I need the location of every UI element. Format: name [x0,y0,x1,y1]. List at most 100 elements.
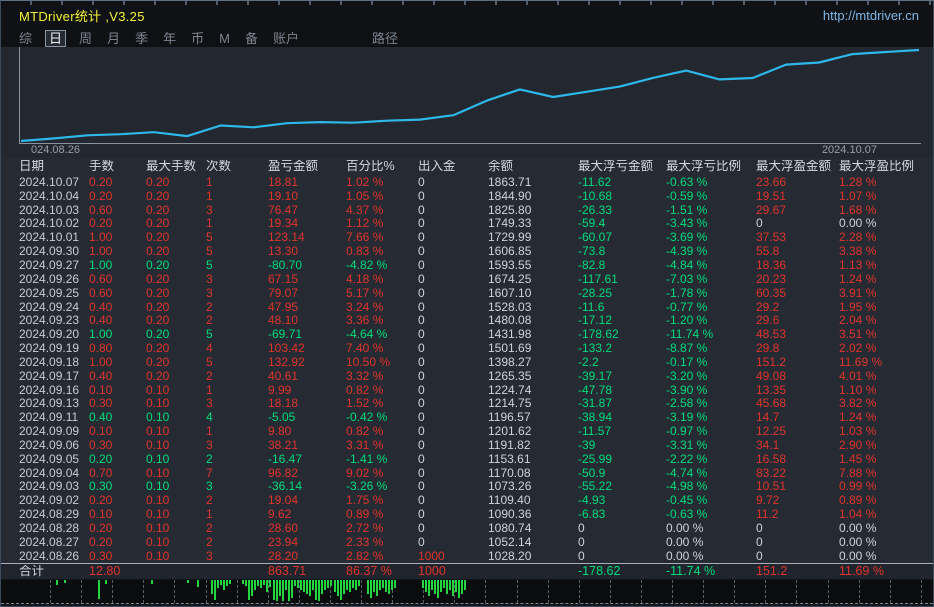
menu-item-7[interactable]: 币 [189,31,206,46]
menu-item-6[interactable]: 年 [161,31,178,46]
cell-in-out: 0 [418,383,425,396]
table-row[interactable]: 2024.08.27 0.20 0.10 2 23.94 2.33 % 0 1052.14 0 0… [1,535,933,549]
column-header-date[interactable]: 日期 [19,160,89,173]
table-row[interactable]: 2024.09.25 0.60 0.20 3 79.07 5.17 % 0 1607.10 -2… [1,286,933,300]
menu-item-8[interactable]: M [217,31,232,46]
table-row[interactable]: 2024.09.04 0.70 0.10 7 96.82 9.02 % 0 1170.08 -5… [1,466,933,480]
trade-bar [388,579,390,594]
table-row[interactable]: 2024.09.17 0.40 0.20 2 40.61 3.32 % 0 1265.35 -3… [1,369,933,383]
cell-pct: 7.40 % [346,342,384,355]
cell-pnl: 19.04 [268,494,299,507]
table-row[interactable]: 2024.09.03 0.30 0.10 3 -36.14 -3.26 % 0 1073.26… [1,480,933,494]
table-row[interactable]: 2024.09.05 0.20 0.10 2 -16.47 -1.41 % 0 1153.61… [1,452,933,466]
column-header-max-float-profit-pct[interactable]: 最大浮盈比例 [839,160,933,173]
total-cell-max-float-profit-pct: 11.69 % [839,564,884,578]
cell-lots: 0.20 [89,522,113,535]
cell-times: 5 [206,355,213,368]
trade-bar [294,579,296,586]
menu-item-4[interactable]: 月 [105,31,122,46]
cell-pct: -1.41 % [346,452,388,465]
column-header-pnl[interactable]: 盈亏金额 [268,160,346,173]
cell-times: 4 [206,342,213,355]
trade-bar [217,579,219,588]
cell-max-float-profit: 14.7 [756,411,780,424]
cell-pct: 3.32 % [346,369,384,382]
column-header-max-float-loss[interactable]: 最大浮亏金额 [578,160,666,173]
trade-bar [285,579,287,590]
cell-max-float-profit-pct: 0.00 % [839,522,877,535]
cell-max-float-loss-pct: -0.63 % [666,175,708,188]
column-header-lots[interactable]: 手数 [89,160,146,173]
cell-max-float-loss: -4.93 [578,494,606,507]
table-row[interactable]: 2024.09.11 0.40 0.10 4 -5.05 -0.42 % 0 1196.57 -… [1,410,933,424]
table-row[interactable]: 2024.08.26 0.30 0.10 3 28.20 2.82 % 1000 1028.2… [1,549,933,563]
total-cell-max-float-loss-pct: -11.74 % [666,564,716,578]
trade-bar [214,579,216,600]
table-row[interactable]: 2024.09.23 0.40 0.20 2 48.10 3.36 % 0 1480.08 -1… [1,313,933,327]
table-row[interactable]: 2024.10.01 1.00 0.20 5 123.14 7.66 % 0 1729.99 -… [1,230,933,244]
table-row[interactable]: 2024.10.04 0.20 0.20 1 19.10 1.05 % 0 1844.90 -1… [1,189,933,203]
menu-item-10[interactable]: 账户 [271,31,301,46]
column-header-max-float-loss-pct[interactable]: 最大浮亏比例 [666,160,756,173]
menu-item-3[interactable]: 周 [77,31,94,46]
cell-max-float-profit-pct: 0.00 % [839,549,877,562]
menu-item-2[interactable]: 日 [45,29,67,47]
cell-balance: 1729.99 [488,231,532,244]
table-row[interactable]: 2024.09.02 0.20 0.10 2 19.04 1.75 % 0 1109.40 -4… [1,493,933,507]
cell-lots: 1.00 [89,328,113,341]
trade-bar [223,579,225,590]
menu-item-path[interactable]: 路径 [370,31,400,46]
table-row[interactable]: 2024.09.27 1.00 0.20 5 -80.70 -4.82 % 0 1593.55… [1,258,933,272]
cell-pnl: -5.05 [268,411,296,424]
vendor-url-link[interactable]: http://mtdriver.cn [823,8,919,23]
table-row[interactable]: 2024.09.13 0.30 0.10 3 18.18 1.52 % 0 1214.75 -3… [1,397,933,411]
table-row[interactable]: 2024.09.18 1.00 0.20 5 132.92 10.50 % 0 1398.27… [1,355,933,369]
cell-max-float-profit-pct: 3.38 % [839,245,877,258]
table-row[interactable]: 2024.09.06 0.30 0.10 3 38.21 3.31 % 0 1191.82 -3… [1,438,933,452]
cell-max-float-profit-pct: 2.04 % [839,314,877,327]
table-row[interactable]: 2024.09.30 1.00 0.20 5 13.30 0.83 % 0 1606.85 -7… [1,244,933,258]
table-row[interactable]: 2024.10.07 0.20 0.20 1 18.81 1.02 % 0 1863.71 -1… [1,175,933,189]
table-row[interactable]: 2024.09.20 1.00 0.20 5 -69.71 -4.64 % 0 1431.98… [1,327,933,341]
table-row[interactable]: 2024.09.16 0.10 0.10 1 9.99 0.82 % 0 1224.74 -47… [1,383,933,397]
column-header-in-out[interactable]: 出入金 [418,160,488,173]
cell-times: 5 [206,231,213,244]
table-row[interactable]: 2024.09.26 0.60 0.20 3 67.15 4.18 % 0 1674.25 -1… [1,272,933,286]
table-row[interactable]: 2024.10.02 0.20 0.20 1 19.34 1.12 % 0 1749.33 -5… [1,217,933,231]
cell-max-float-loss-pct: -3.69 % [666,231,708,244]
app-window: MTDriver统计 ,V3.25 http://mtdriver.cn 综日周… [0,0,934,607]
menu-item-5[interactable]: 季 [133,31,150,46]
table-row[interactable]: 2024.09.09 0.10 0.10 1 9.80 0.82 % 0 1201.62 -11… [1,424,933,438]
cell-max-float-loss: -2.2 [578,355,599,368]
menu-item-9[interactable]: 备 [243,31,260,46]
cell-max-float-loss-pct: -3.31 % [666,438,708,451]
cell-max-lots: 0.20 [146,342,170,355]
trade-bar [355,579,357,590]
column-header-max-float-profit[interactable]: 最大浮盈金额 [756,160,839,173]
table-row[interactable]: 2024.09.19 0.80 0.20 4 103.42 7.40 % 0 1501.69 -… [1,341,933,355]
cell-max-float-loss-pct: 0.00 % [666,549,704,562]
table-row[interactable]: 2024.08.29 0.10 0.10 1 9.62 0.89 % 0 1090.36 -6.… [1,507,933,521]
cell-pnl: 38.21 [268,438,299,451]
column-header-max-lots[interactable]: 最大手数 [146,160,206,173]
column-header-times[interactable]: 次数 [206,160,268,173]
cell-times: 1 [206,189,213,202]
cell-balance: 1073.26 [488,480,532,493]
cell-lots: 0.80 [89,342,113,355]
cell-balance: 1863.71 [488,175,532,188]
cell-in-out: 0 [418,245,425,258]
cell-lots: 1.00 [89,355,113,368]
trade-bar [367,579,369,594]
cell-times: 1 [206,425,213,438]
column-header-balance[interactable]: 余额 [488,160,578,173]
table-row[interactable]: 2024.08.28 0.20 0.10 2 28.60 2.72 % 0 1080.74 0 0… [1,521,933,535]
column-header-pct[interactable]: 百分比% [346,160,418,173]
cell-max-float-loss: -117.61 [578,272,618,285]
table-row[interactable]: 2024.09.24 0.40 0.20 2 47.95 3.24 % 0 1528.03 -1… [1,300,933,314]
cell-max-float-profit: 16.58 [756,452,787,465]
table-row[interactable]: 2024.10.03 0.60 0.20 3 76.47 4.37 % 0 1825.80 -2… [1,203,933,217]
balance-line-chart[interactable] [1,47,933,144]
trade-bar [187,579,189,583]
cell-max-float-profit-pct: 1.95 % [839,300,877,313]
menu-item-1[interactable]: 综 [17,31,34,46]
